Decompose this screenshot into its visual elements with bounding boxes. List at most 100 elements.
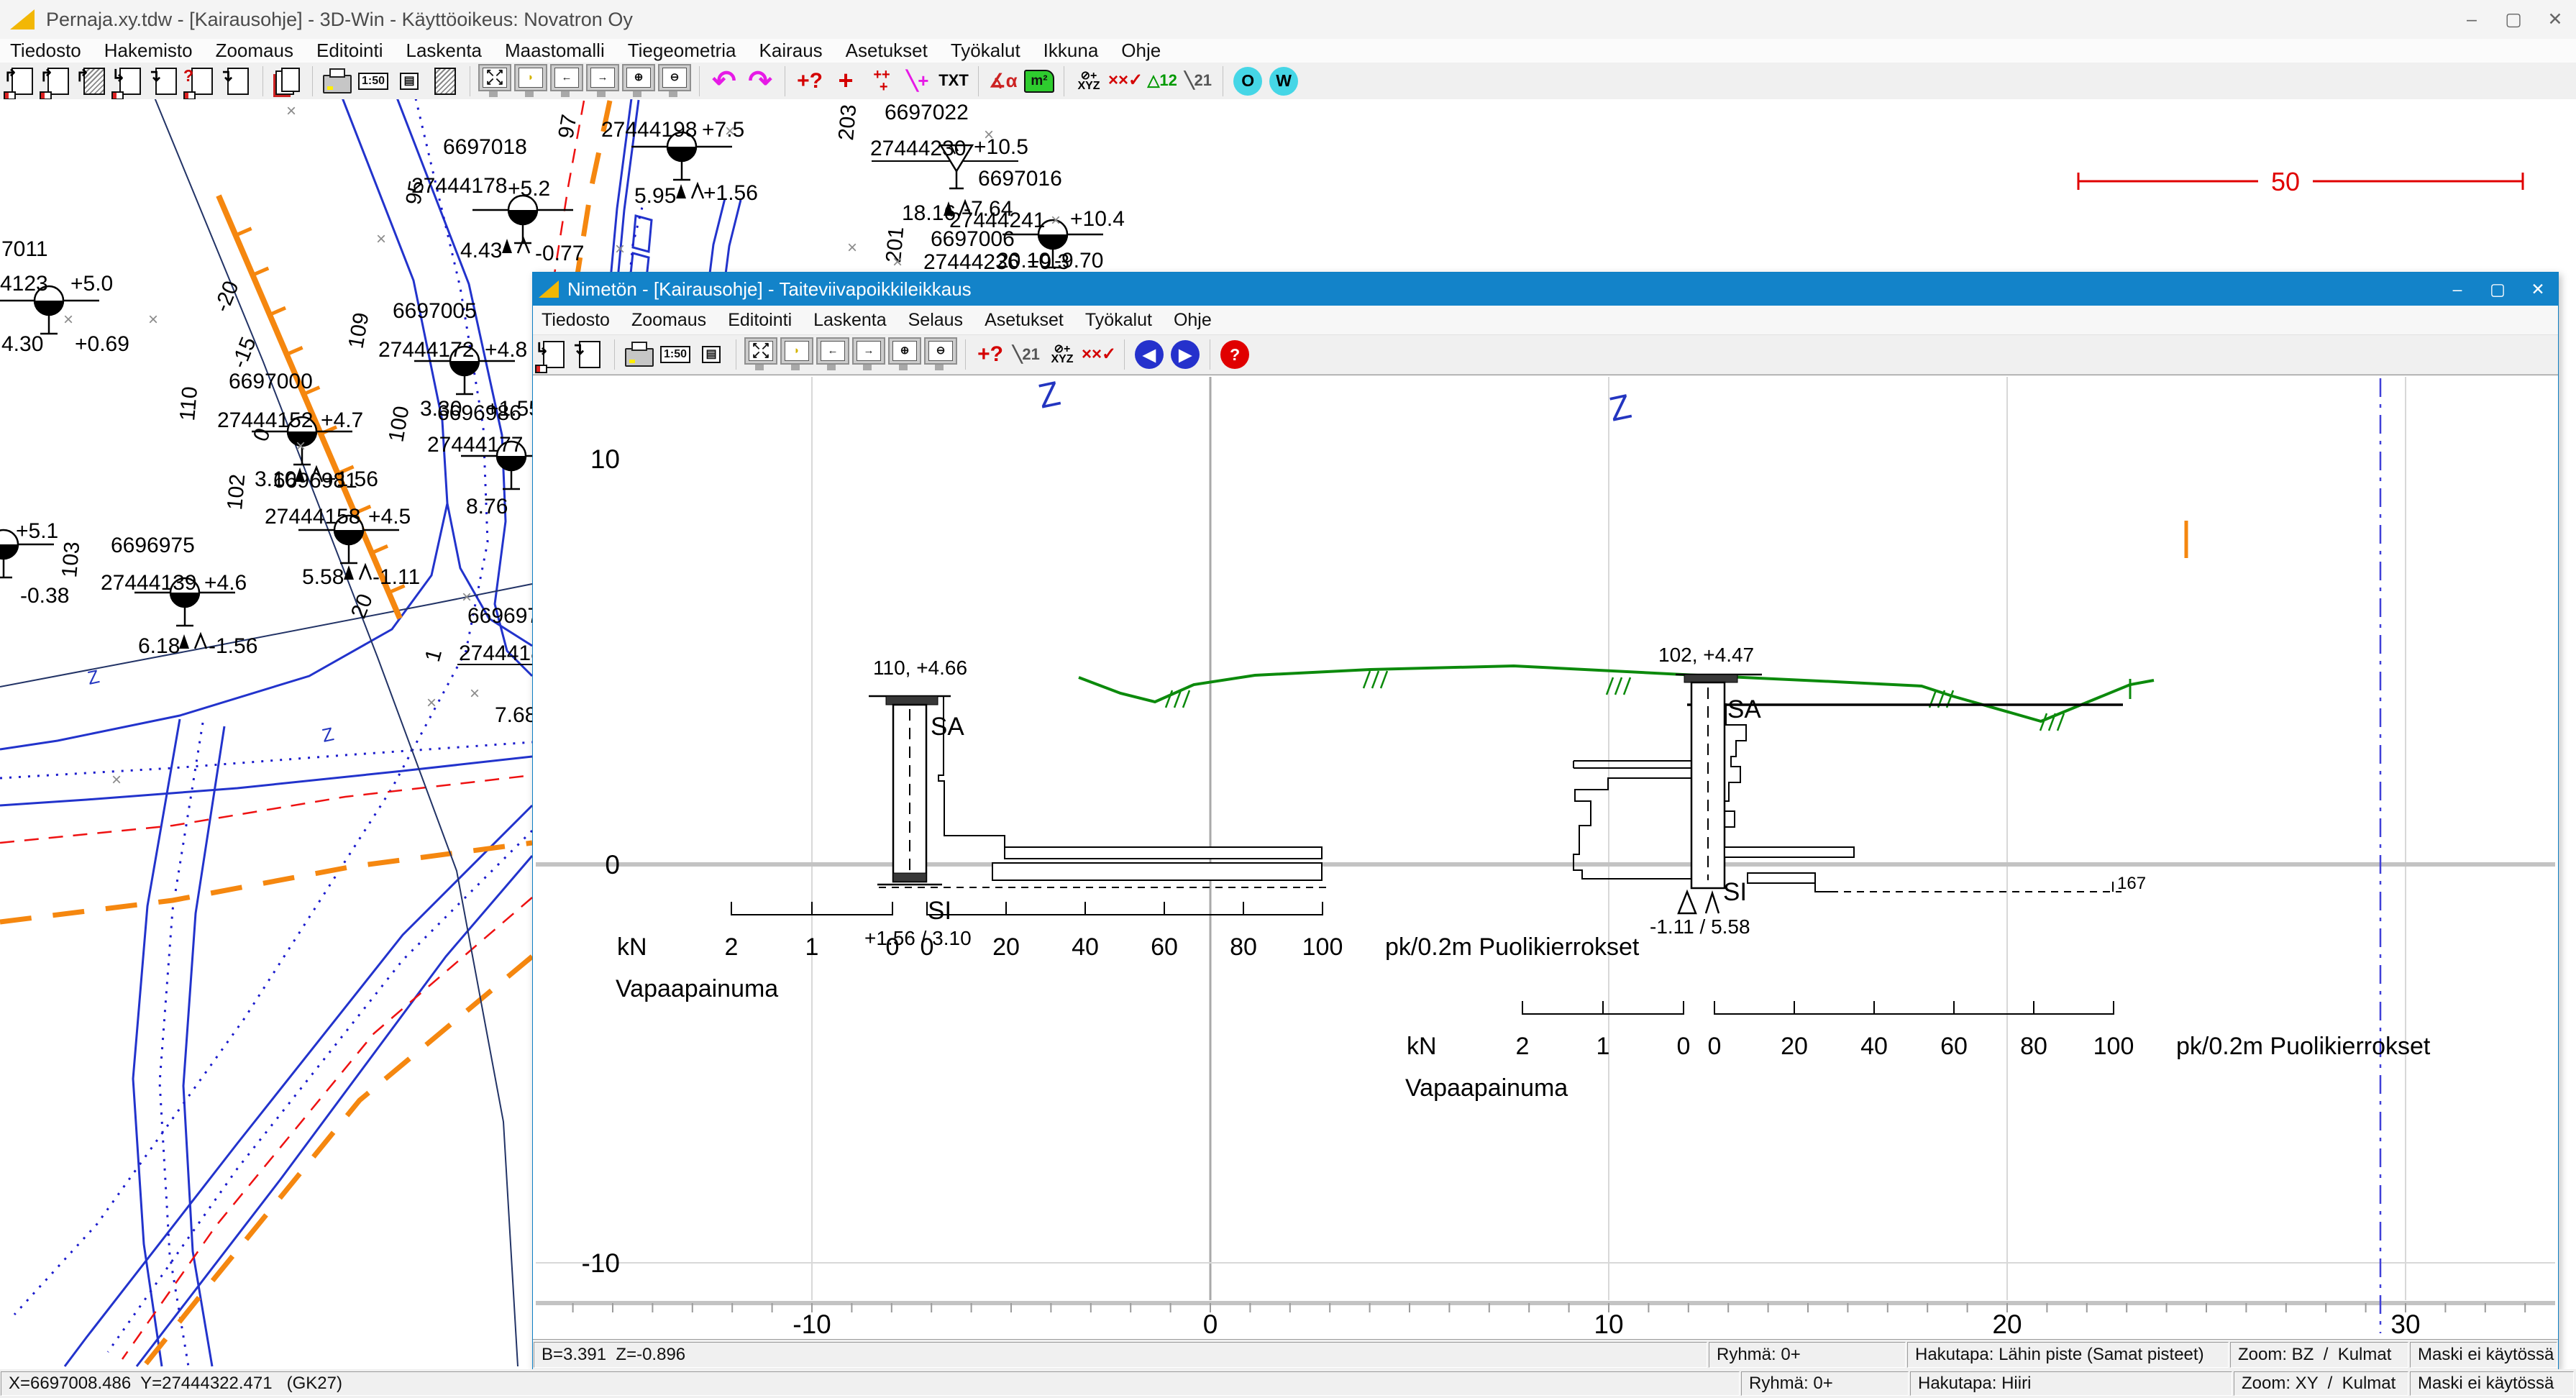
add-points-icon[interactable]: ++ + (864, 63, 900, 99)
map-label: 18.16 (902, 201, 956, 225)
menu-item-maastomalli[interactable]: Maastomalli (505, 40, 605, 62)
point-info-icon[interactable]: +? (972, 337, 1008, 373)
help-icon[interactable]: ? (1217, 337, 1253, 373)
section-line[interactable] (219, 196, 400, 618)
web-icon[interactable]: W (1266, 63, 1302, 99)
map-xmark: × (296, 437, 306, 456)
point-info-icon[interactable]: +? (792, 63, 828, 99)
toolbar-separator (965, 339, 966, 370)
page-setup-icon[interactable]: ▤ (391, 63, 427, 99)
section-label: 40 (1072, 933, 1099, 961)
scale-1-50-icon[interactable]: 1:50 (355, 63, 391, 99)
map-xmark: × (615, 239, 625, 259)
menu-item-hakemisto[interactable]: Hakemisto (104, 40, 193, 62)
section-label: SI (1723, 878, 1747, 906)
section-next-icon[interactable]: ▶ (1167, 337, 1203, 373)
minimize-button[interactable]: – (2437, 273, 2477, 306)
page-setup-icon[interactable]: ▤ (693, 337, 729, 373)
section-previous-icon[interactable]: ◀ (1131, 337, 1167, 373)
zoom-fit-icon[interactable]: ↖↗ ↙↘ (477, 63, 513, 99)
menu-item-ikkuna[interactable]: Ikkuna (1043, 40, 1099, 62)
menu-item-ty-kalut[interactable]: Työkalut (951, 40, 1020, 62)
zoom-out-icon[interactable]: ⊖ (923, 337, 959, 373)
menu-item-ohje[interactable]: Ohje (1174, 310, 1212, 331)
read-multiple-files-icon[interactable]: ↱ (76, 63, 112, 99)
coordinate-measure-icon[interactable]: ⊘+ XYZ (1044, 337, 1080, 373)
previous-view-icon[interactable]: ← (549, 63, 585, 99)
elevation-marker-symbol (179, 634, 206, 649)
zoom-in-icon[interactable]: ⊕ (887, 337, 923, 373)
menu-item-laskenta[interactable]: Laskenta (406, 40, 482, 62)
map-label: +9.3 (1027, 250, 1069, 274)
menu-item-zoomaus[interactable]: Zoomaus (631, 310, 706, 331)
close-button[interactable]: ✕ (2518, 273, 2558, 306)
angle-measure-icon[interactable]: ∡α (985, 63, 1021, 99)
redraw-icon[interactable]: ◗ (779, 337, 815, 373)
angle-measure-icon-glyph: ∡α (989, 73, 1017, 88)
coordinate-measure-icon[interactable]: ⊘+ XYZ (1071, 63, 1107, 99)
menu-item-ty-kalut[interactable]: Työkalut (1085, 310, 1152, 331)
menu-item-tiedosto[interactable]: Tiedosto (542, 310, 610, 331)
orbit-view-icon[interactable]: O (1230, 63, 1266, 99)
zoom-fit-icon[interactable]: ↖↗ ↙↘ (743, 337, 779, 373)
check-points-icon-glyph: ××✓ (1108, 73, 1143, 88)
line-21-icon[interactable]: ╲21 (1008, 337, 1044, 373)
elevation-marker-symbol (676, 184, 703, 198)
menu-item-asetukset[interactable]: Asetukset (985, 310, 1064, 331)
text-tool-icon[interactable]: TXT (936, 63, 972, 99)
print-icon[interactable] (319, 63, 355, 99)
next-view-icon[interactable]: → (585, 63, 621, 99)
file-manager-icon-glyph (275, 68, 300, 95)
section-label: 1 (805, 933, 819, 961)
write-file-icon[interactable]: ↳ (112, 63, 148, 99)
menu-item-tiegeometria[interactable]: Tiegeometria (628, 40, 736, 62)
write-copy-icon[interactable]: ↴ (220, 63, 256, 99)
add-point-icon[interactable]: + (828, 63, 864, 99)
menu-item-asetukset[interactable]: Asetukset (846, 40, 928, 62)
menu-item-editointi[interactable]: Editointi (316, 40, 383, 62)
print-icon[interactable] (621, 337, 657, 373)
hatch-settings-icon[interactable] (427, 63, 463, 99)
line-21-icon[interactable]: ╲21 (1180, 63, 1216, 99)
maximize-button[interactable]: ▢ (2477, 273, 2518, 306)
close-button[interactable]: ✕ (2534, 0, 2576, 39)
map-label: 27444152 (217, 408, 313, 432)
undo-icon[interactable]: ↶ (706, 63, 742, 99)
section-statusbar: B=3.391 Z=-0.896 Ryhmä: 0+ Hakutapa: Läh… (533, 1340, 2558, 1370)
map-label: +10.4 (1070, 207, 1125, 231)
read-file-dialog-icon[interactable]: ↱ (40, 63, 76, 99)
write-file-as-icon[interactable]: ↴ (572, 337, 608, 373)
menu-item-editointi[interactable]: Editointi (728, 310, 792, 331)
maximize-button[interactable]: ▢ (2493, 0, 2534, 39)
menu-item-kairaus[interactable]: Kairaus (759, 40, 823, 62)
menu-item-ohje[interactable]: Ohje (1121, 40, 1161, 62)
next-view-icon[interactable]: → (851, 337, 887, 373)
previous-view-icon[interactable]: ← (815, 337, 851, 373)
next-view-icon-glyph: → (586, 64, 619, 91)
toolbar-separator (978, 66, 979, 96)
zoom-in-icon[interactable]: ⊕ (621, 63, 657, 99)
read-file-icon[interactable]: ↱ (4, 63, 40, 99)
redraw-icon[interactable]: ◗ (513, 63, 549, 99)
file-manager-icon[interactable] (270, 63, 306, 99)
write-unknown-icon[interactable]: ? (184, 63, 220, 99)
write-file-as-icon[interactable]: ↴ (148, 63, 184, 99)
section-canvas[interactable]: -100102030100-10110, +4.66SASI+1.56 / 3.… (533, 375, 2558, 1340)
draw-polyline-icon[interactable]: ╲+ (900, 63, 936, 99)
section-label: Z (1606, 388, 1635, 429)
read-multiple-files-icon-glyph: ↱ (83, 68, 105, 95)
minimize-button[interactable]: – (2451, 0, 2493, 39)
menu-item-zoomaus[interactable]: Zoomaus (216, 40, 293, 62)
area-measure-icon[interactable]: m² (1021, 63, 1057, 99)
write-file-icon[interactable]: ↳ (536, 337, 572, 373)
check-points-icon[interactable]: ××✓ (1107, 63, 1144, 99)
menu-item-selaus[interactable]: Selaus (908, 310, 963, 331)
zoom-out-icon[interactable]: ⊖ (657, 63, 693, 99)
redo-icon[interactable]: ↷ (742, 63, 778, 99)
menu-item-tiedosto[interactable]: Tiedosto (10, 40, 81, 62)
triangle-model-icon[interactable]: △12 (1144, 63, 1180, 99)
check-points-icon[interactable]: ××✓ (1080, 337, 1118, 373)
map-label: 95 (401, 179, 429, 207)
scale-1-50-icon[interactable]: 1:50 (657, 337, 693, 373)
menu-item-laskenta[interactable]: Laskenta (813, 310, 886, 331)
